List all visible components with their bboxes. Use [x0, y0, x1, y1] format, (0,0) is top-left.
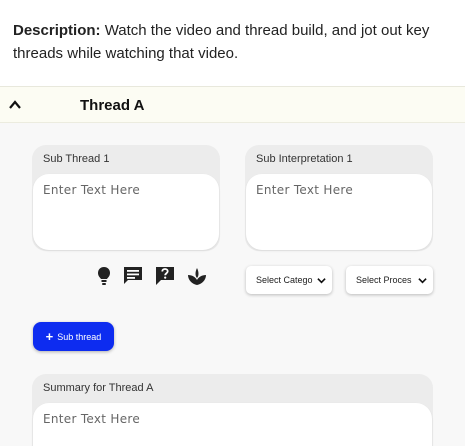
chevron-down-icon [418, 278, 427, 284]
description-label: Description: [13, 22, 101, 39]
process-select-value: Select Proces [356, 275, 412, 285]
process-select[interactable]: Select Proces [346, 266, 433, 294]
sprout-icon[interactable] [186, 265, 208, 287]
summary-label: Summary for Thread A [43, 382, 154, 394]
sub-interpretation-label: Sub Interpretation 1 [256, 153, 353, 165]
thread-title: Thread A [80, 97, 145, 114]
plus-icon: + [45, 328, 54, 344]
lightbulb-icon[interactable] [93, 265, 115, 287]
category-select-value: Select Catego [256, 275, 313, 285]
sub-thread-input[interactable] [33, 174, 219, 250]
thread-header[interactable]: Thread A [0, 86, 465, 123]
sub-thread-label: Sub Thread 1 [43, 153, 110, 165]
sub-thread-card: Sub Thread 1 [32, 145, 220, 251]
summary-input[interactable] [33, 403, 432, 446]
sub-interpretation-card: Sub Interpretation 1 [245, 145, 433, 251]
chevron-down-icon [317, 278, 326, 284]
sub-interpretation-input[interactable] [246, 174, 432, 250]
question-icon[interactable] [154, 265, 176, 287]
add-sub-thread-label: Sub thread [57, 331, 102, 342]
category-select[interactable]: Select Catego [246, 266, 332, 294]
comment-icon[interactable] [122, 265, 144, 287]
add-sub-thread-button[interactable]: + Sub thread [33, 322, 114, 351]
chevron-up-icon[interactable] [8, 98, 22, 112]
summary-card: Summary for Thread A [32, 374, 433, 446]
description: Description: Watch the video and thread … [13, 19, 453, 65]
